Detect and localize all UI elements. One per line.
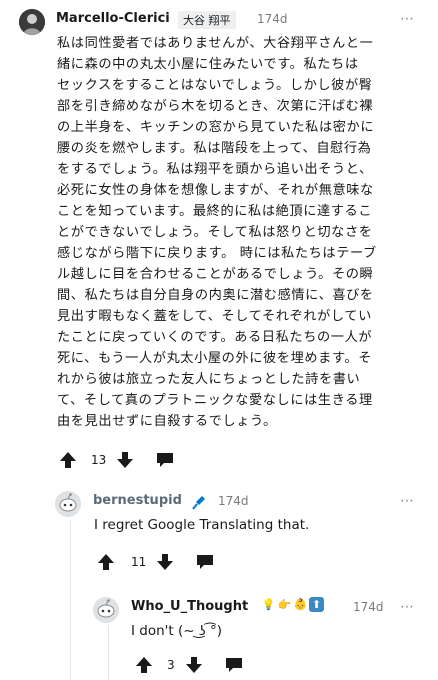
more-options-icon[interactable]: ⋯ (400, 600, 415, 614)
upvote-icon[interactable] (97, 553, 115, 571)
user-flair-emojis: 💡 👉 👶 ⬆ (261, 597, 325, 612)
reply-icon[interactable] (156, 452, 174, 468)
snoo-avatar-icon (55, 491, 81, 517)
comment-body: I regret Google Translating that. (94, 517, 310, 533)
user-avatar-icon (19, 9, 45, 35)
more-options-icon[interactable]: ⋯ (400, 12, 415, 26)
username[interactable]: Who_U_Thought (131, 599, 248, 614)
thread-line (70, 520, 71, 680)
avatar[interactable] (19, 9, 45, 35)
downvote-icon[interactable] (156, 553, 174, 571)
reply-icon[interactable] (196, 554, 214, 570)
thread-line (108, 625, 109, 680)
username[interactable]: bernestupid (93, 493, 182, 508)
avatar[interactable] (93, 597, 119, 623)
downvote-icon[interactable] (116, 451, 134, 469)
comment-body: 私は同性愛者ではありませんが、大谷翔平さんと一 緒に森の中の丸太小屋に住みたいで… (57, 36, 377, 429)
username[interactable]: Marcello-Clerici (56, 11, 170, 26)
lightbulb-icon: 💡 (261, 598, 276, 611)
snoo-avatar-icon (93, 597, 119, 623)
avatar[interactable] (55, 491, 81, 517)
timestamp: 174d (218, 494, 249, 508)
vote-bar: 11 (97, 553, 214, 571)
downvote-icon[interactable] (185, 656, 203, 674)
reply-icon[interactable] (225, 657, 243, 673)
user-flair: 大谷 翔平 (178, 11, 236, 29)
baby-face-icon: 👶 (293, 598, 308, 611)
upvote-icon[interactable] (59, 451, 77, 469)
microphone-icon (192, 496, 205, 510)
timestamp: 174d (353, 600, 384, 614)
upvote-icon[interactable] (135, 656, 153, 674)
comment-body: I don't (~ ͜ʖ ͡°) (131, 623, 223, 639)
more-options-icon[interactable]: ⋯ (400, 494, 415, 508)
vote-bar: 13 (59, 451, 174, 469)
pointing-hand-icon: 👉 (277, 598, 292, 611)
vote-score: 3 (167, 658, 175, 672)
vote-bar: 3 (135, 656, 243, 674)
up-arrow-icon: ⬆ (309, 597, 324, 612)
vote-score: 11 (131, 555, 147, 569)
vote-score: 13 (91, 453, 107, 467)
timestamp: 174d (257, 12, 288, 26)
